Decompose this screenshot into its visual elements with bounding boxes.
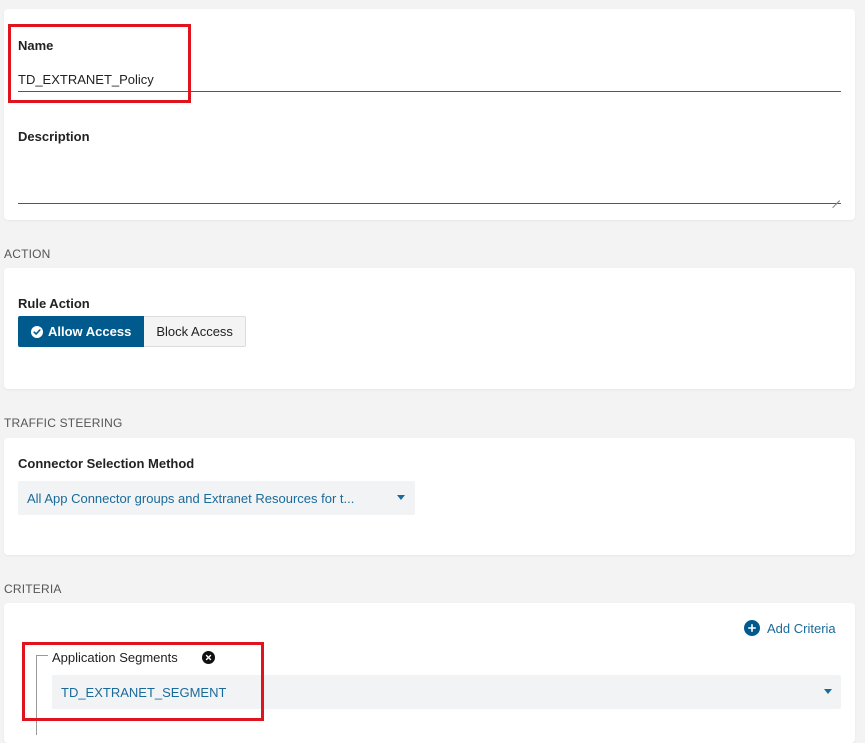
resize-grip-icon[interactable] [832,193,840,201]
traffic-steering-card: Connector Selection Method All App Conne… [4,438,855,555]
name-highlight-box [8,24,191,103]
description-label: Description [18,129,90,144]
caret-down-icon [397,495,405,500]
description-textarea[interactable] [18,149,841,204]
action-card: Rule Action Allow Access Block Access [4,268,855,389]
rule-action-label: Rule Action [18,296,90,311]
action-section-title: ACTION [4,247,51,261]
connector-selection-label: Connector Selection Method [18,456,195,471]
criteria-section-title: CRITERIA [4,582,62,596]
caret-down-icon [824,689,832,694]
traffic-steering-section-title: TRAFFIC STEERING [4,416,123,430]
segments-highlight-box [22,642,264,721]
check-circle-icon [31,325,43,338]
connector-selection-dropdown[interactable]: All App Connector groups and Extranet Re… [18,481,415,515]
connector-selection-value: All App Connector groups and Extranet Re… [27,490,355,506]
allow-access-label: Allow Access [48,324,132,339]
rule-action-toggle: Allow Access Block Access [18,316,246,347]
add-criteria-label: Add Criteria [767,620,836,636]
allow-access-button[interactable]: Allow Access [18,316,145,347]
add-criteria-button[interactable]: Add Criteria [744,620,836,636]
plus-circle-icon [744,620,760,636]
block-access-button[interactable]: Block Access [144,316,246,347]
block-access-label: Block Access [156,324,233,339]
